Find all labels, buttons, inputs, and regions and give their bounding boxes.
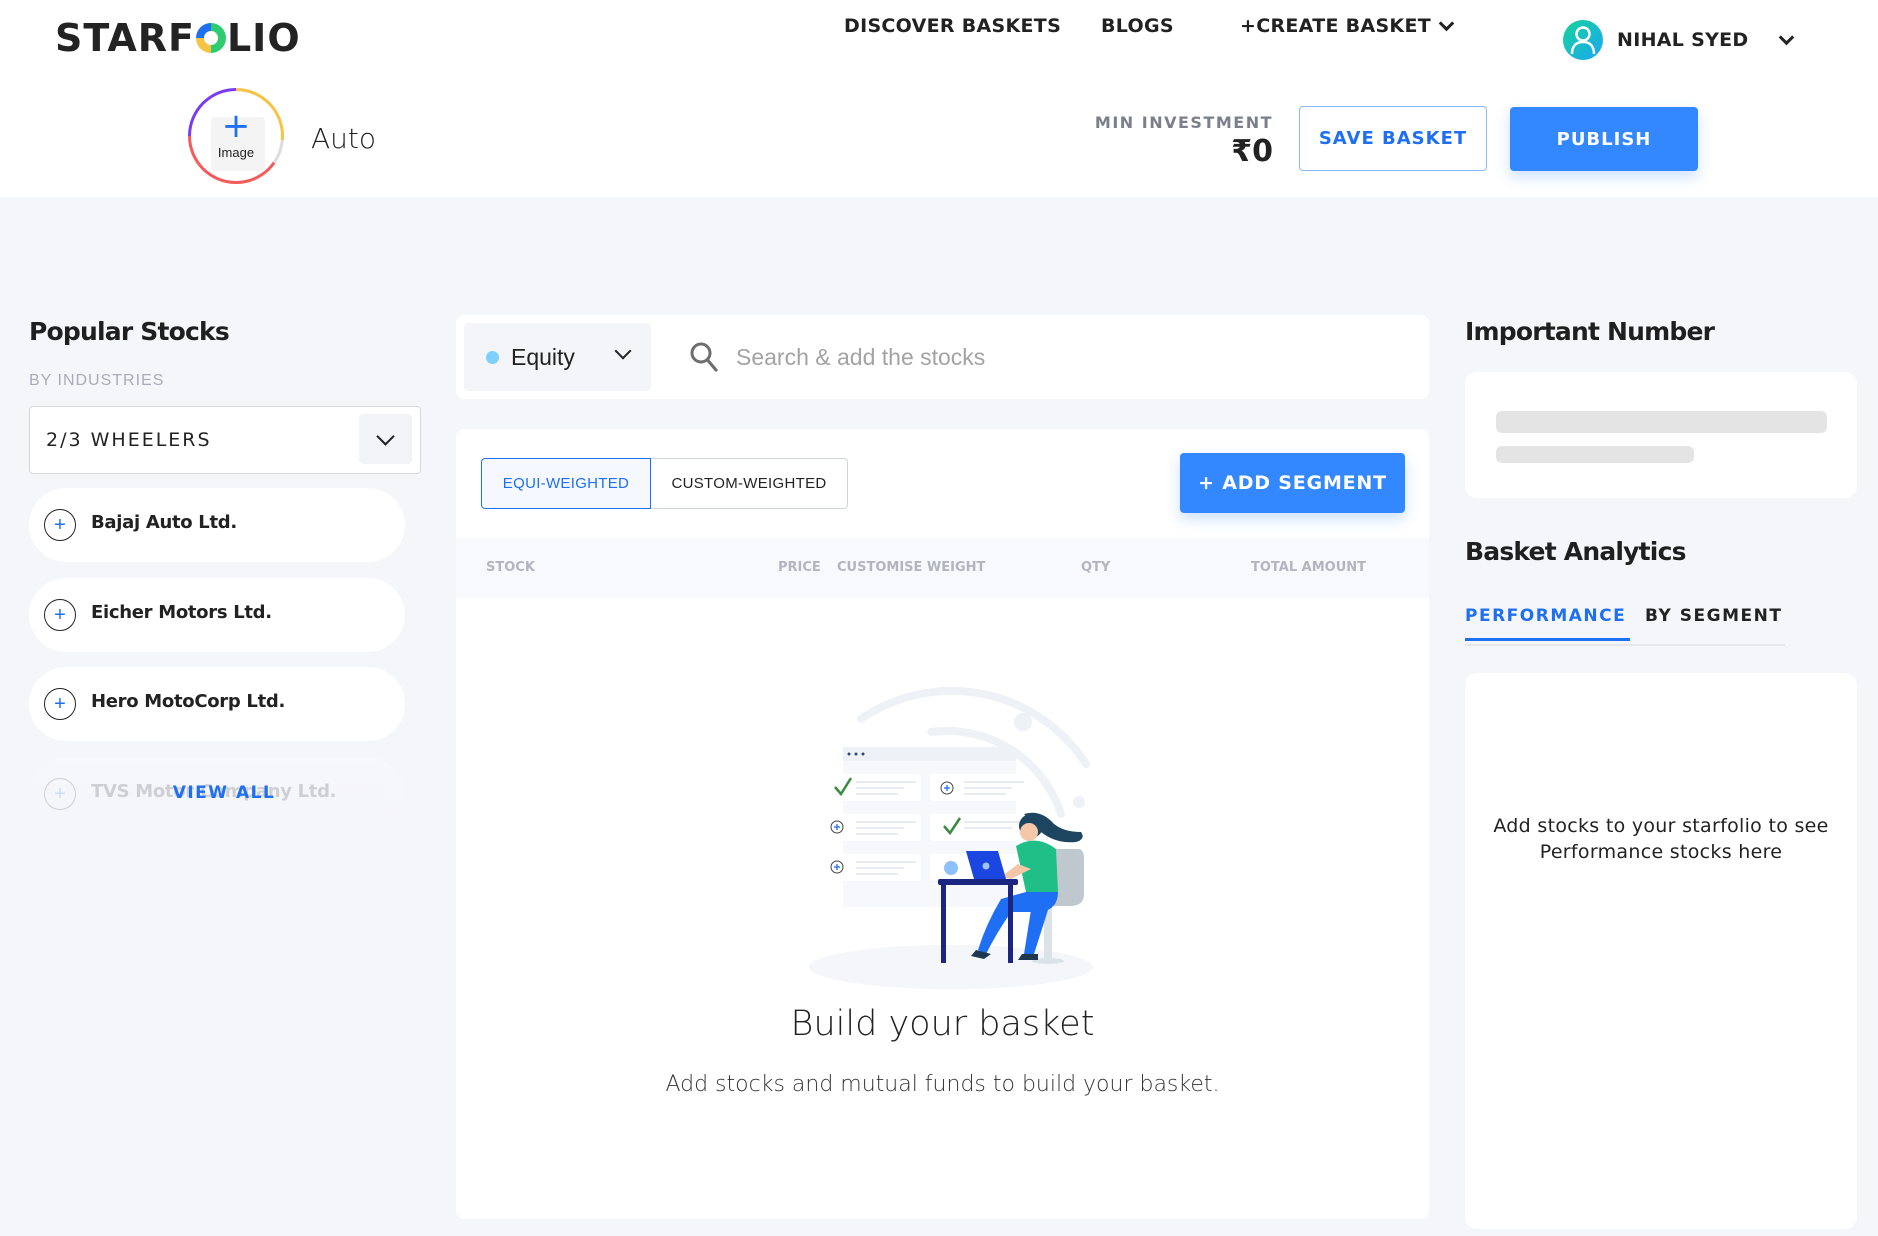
publish-button[interactable]: PUBLISH [1510,107,1698,171]
column-header-qty: QTY [1081,560,1111,575]
image-label: Image [217,144,255,160]
top-header: STARF LIO DISCOVER BASKETS BLOGS +CREATE… [0,0,1878,197]
chevron-down-icon [614,342,632,360]
empty-state-title: Build your basket [790,1004,1095,1044]
chevron-down-icon [1778,29,1794,45]
stock-list-item[interactable]: + Hero MotoCorp Ltd. [29,667,405,741]
nav-discover-label: DISCOVER BASKETS [844,15,1062,37]
nav-create-label: +CREATE BASKET [1240,15,1431,37]
important-number-card [1465,372,1857,498]
weighting-tabs: EQUI-WEIGHTED CUSTOM-WEIGHTED [481,458,848,509]
nav-discover-baskets[interactable]: DISCOVER BASKETS [844,12,1061,40]
plus-icon: + [221,105,251,146]
stock-list-item[interactable]: + Bajaj Auto Ltd. [29,488,405,562]
chevron-down-icon [1438,15,1455,31]
logo-ring-icon [195,23,226,53]
basket-name[interactable]: Auto [311,122,376,155]
tab-performance[interactable]: PERFORMANCE [1465,606,1630,641]
column-header-price: PRICE [778,560,821,575]
view-all-link[interactable]: VIEW ALL [29,783,419,803]
basket-analytics-title: Basket Analytics [1465,537,1686,566]
loading-skeleton-bar [1496,446,1694,463]
search-icon [690,342,718,372]
save-basket-button[interactable]: SAVE BASKET [1299,106,1487,171]
build-basket-illustration [809,686,1093,989]
chevron-down-icon [376,426,395,446]
popular-stocks-title: Popular Stocks [29,317,230,346]
min-investment-label: MIN INVESTMENT [1094,113,1273,132]
add-circle-icon[interactable]: + [44,599,76,631]
avatar [1563,20,1603,60]
table-header: STOCK PRICE CUSTOMISE WEIGHT QTY TOTAL A… [456,538,1429,598]
min-investment-value: ₹0 [1231,134,1273,169]
industry-dropdown-toggle[interactable] [359,414,412,464]
stock-name: Bajaj Auto Ltd. [91,511,237,533]
starfolio-logo[interactable]: STARF LIO [55,16,301,60]
industry-selected-value: 2/3 WHEELERS [46,429,212,451]
nav-blogs-label: BLOGS [1101,15,1174,37]
logo-text-start: STARF [55,16,195,60]
user-icon [1570,26,1596,55]
loading-skeleton-bar [1496,411,1827,433]
tab-custom-weighted[interactable]: CUSTOM-WEIGHTED [651,458,848,509]
user-name: NIHAL SYED [1617,29,1749,51]
tab-equi-weighted[interactable]: EQUI-WEIGHTED [481,458,651,509]
stock-name: Eicher Motors Ltd. [91,601,272,623]
stock-search-input[interactable] [736,329,1406,385]
add-circle-icon[interactable]: + [44,688,76,720]
industry-select[interactable]: 2/3 WHEELERS [29,406,421,474]
analytics-empty-message: Add stocks to your starfolio to see Perf… [1493,815,1829,863]
stock-name: Hero MotoCorp Ltd. [91,690,286,712]
basket-image-upload[interactable]: + Image [188,88,284,184]
analytics-card: Add stocks to your starfolio to see Perf… [1465,673,1857,1229]
min-investment: MIN INVESTMENT ₹0 [1095,113,1273,169]
add-segment-button[interactable]: + ADD SEGMENT [1180,453,1405,513]
nav-create-basket[interactable]: +CREATE BASKET [1240,12,1455,40]
empty-state-subtitle: Add stocks and mutual funds to build you… [665,1072,1220,1097]
add-circle-icon[interactable]: + [44,509,76,541]
tab-by-segment[interactable]: BY SEGMENT [1645,606,1782,638]
column-header-customise-weight: CUSTOMISE WEIGHT [837,560,986,575]
asset-type-select[interactable]: Equity [464,323,651,391]
column-header-total-amount: TOTAL AMOUNT [1251,560,1367,575]
user-menu[interactable]: NIHAL SYED [1563,20,1794,60]
stock-search-bar: Equity [456,315,1429,399]
basket-builder: EQUI-WEIGHTED CUSTOM-WEIGHTED + ADD SEGM… [456,429,1429,1219]
status-dot-icon [486,350,499,364]
column-header-stock: STOCK [486,560,535,575]
by-industries-label: BY INDUSTRIES [29,372,165,389]
nav-blogs[interactable]: BLOGS [1101,12,1174,40]
asset-type-value: Equity [511,343,575,370]
stock-list-item[interactable]: + Eicher Motors Ltd. [29,578,405,652]
analytics-tabs: PERFORMANCE BY SEGMENT [1465,602,1785,646]
important-number-title: Important Number [1465,317,1715,346]
logo-text-end: LIO [226,16,301,60]
